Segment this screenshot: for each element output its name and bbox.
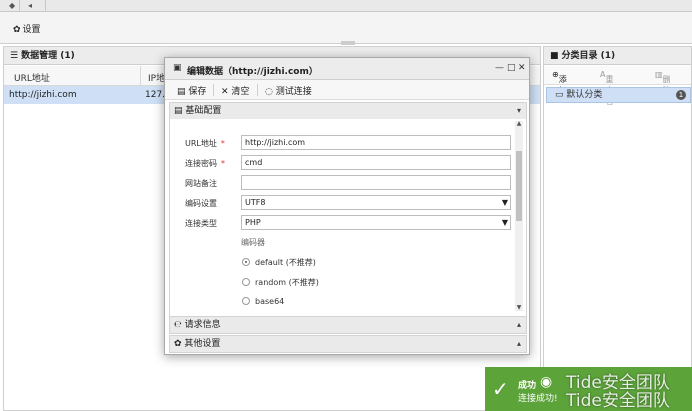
rename-category-button[interactable]: A 重命名	[600, 70, 613, 106]
url-label: URL地址 *	[185, 139, 225, 148]
save-icon: ▤	[177, 87, 186, 97]
row-url: http://jizhi.com	[9, 90, 77, 100]
type-select[interactable]: PHP ▼	[241, 215, 511, 230]
clear-icon: ✕	[221, 87, 229, 97]
category-item[interactable]: ▭ 默认分类 1	[546, 87, 691, 103]
encoder-base64-label: base64	[255, 297, 285, 306]
chevron-left-icon: ◂	[28, 1, 33, 10]
chevron-up-icon: ▴	[516, 320, 521, 329]
data-panel-title: 数据管理 (1)	[21, 51, 75, 61]
scrollbar-thumb[interactable]	[516, 151, 522, 221]
gear-icon: ✿	[174, 339, 182, 349]
encoding-label: 编码设置	[185, 199, 217, 208]
save-button[interactable]: ▤ 保存	[177, 84, 206, 97]
test-connection-button[interactable]: ◌ 测试连接	[265, 84, 312, 97]
column-header-ip[interactable]: IP地	[148, 71, 165, 84]
edit-data-dialog: ▣ 编辑数据（http://jizhi.com） — □ ✕ ▤ 保存 ✕ 清空…	[164, 57, 530, 355]
request-icon: ℮	[174, 320, 182, 330]
encoder-option-base64[interactable]: base64	[242, 297, 284, 306]
window-icon: ▣	[173, 63, 182, 73]
minimize-button[interactable]: —	[495, 63, 504, 73]
category-item-label: 默认分类	[566, 90, 603, 100]
delete-category-button[interactable]: ▥ 删除	[655, 70, 671, 95]
chevron-up-icon: ▴	[516, 339, 521, 348]
category-toolbar: ⊕ 添加 A 重命名 ▥ 删除	[544, 66, 691, 106]
radio-selected-icon	[242, 258, 250, 266]
doc-icon: ▤	[174, 106, 183, 116]
encoder-random-label: random (不推荐)	[255, 278, 319, 287]
settings-label: 设置	[22, 25, 41, 35]
watermark-text: Tide安全团队	[566, 391, 670, 411]
encoder-option-default[interactable]: default (不推荐)	[242, 257, 316, 268]
dialog-titlebar[interactable]: ▣ 编辑数据（http://jizhi.com） — □ ✕	[165, 58, 529, 80]
tab-left[interactable]: ◂	[22, 0, 46, 12]
radio-icon	[242, 278, 250, 286]
form-scrollbar[interactable]: ▲ ▼	[515, 121, 523, 311]
scroll-up-icon[interactable]: ▲	[515, 121, 523, 127]
encoder-default-label: default (不推荐)	[255, 258, 316, 267]
category-panel-header: ■ 分类目录 (1)	[544, 47, 691, 65]
toolbar-divider	[213, 84, 214, 96]
section-basic-label: 基础配置	[185, 106, 222, 116]
settings-button[interactable]: ✿ 设置	[13, 22, 41, 35]
category-count-badge: 1	[676, 90, 686, 100]
scroll-down-icon[interactable]: ▼	[515, 305, 523, 311]
section-other-settings[interactable]: ✿ 其他设置 ▴	[169, 335, 527, 353]
chevron-down-icon: ▼	[501, 218, 508, 227]
column-divider[interactable]	[140, 66, 141, 86]
folder-icon: ■	[550, 51, 559, 61]
radio-icon	[242, 297, 250, 305]
section-other-label: 其他设置	[184, 339, 221, 349]
basic-config-form: URL地址 * http://jizhi.com 连接密码 * cmd 网站备注 编…	[169, 119, 527, 316]
chevron-down-icon: ▼	[501, 198, 508, 207]
gear-icon: ✿	[13, 25, 21, 35]
main-toolbar: ✿ 设置	[0, 12, 692, 44]
password-field[interactable]: cmd	[241, 155, 511, 170]
maximize-button[interactable]: □	[507, 63, 516, 73]
top-tab-strip: ◆ ◂	[0, 0, 692, 12]
note-label: 网站备注	[185, 179, 217, 188]
encoder-option-random[interactable]: random (不推荐)	[242, 277, 319, 288]
type-label: 连接类型	[185, 219, 217, 228]
column-header-url[interactable]: URL地址	[14, 71, 50, 84]
clear-button[interactable]: ✕ 清空	[221, 84, 249, 97]
checkmark-icon: ✓	[492, 377, 509, 401]
toast-message: 连接成功!	[518, 394, 558, 404]
url-field[interactable]: http://jizhi.com	[241, 135, 511, 150]
close-button[interactable]: ✕	[518, 63, 526, 73]
dialog-title: 编辑数据（http://jizhi.com）	[187, 67, 318, 77]
splitter-handle[interactable]	[341, 41, 355, 45]
folder-open-icon: ▭	[555, 90, 564, 100]
toolbar-divider	[257, 84, 258, 96]
section-basic-config[interactable]: ▤ 基础配置 ▾	[169, 102, 527, 120]
home-icon: ◆	[9, 1, 16, 10]
wechat-icon: ◉	[540, 374, 553, 390]
encoding-value: UTF8	[245, 198, 266, 207]
add-category-button[interactable]: ⊕ 添加	[552, 70, 567, 95]
type-value: PHP	[245, 218, 261, 227]
save-label: 保存	[188, 87, 207, 97]
toast-title: 成功	[518, 381, 537, 391]
spinner-icon: ◌	[265, 87, 273, 97]
chevron-down-icon: ▾	[516, 106, 521, 115]
category-panel-title: 分类目录 (1)	[561, 51, 616, 61]
password-label: 连接密码 *	[185, 159, 225, 168]
clear-label: 清空	[231, 87, 250, 97]
encoder-heading: 编码器	[241, 238, 265, 247]
section-request-label: 请求信息	[184, 320, 221, 330]
list-icon: ☰	[10, 51, 19, 61]
test-label: 测试连接	[275, 87, 312, 97]
category-panel: ■分类目录 (1) ⊕ 添加 A 重命名 ▥ 删除 ▭ 默认分类 1	[543, 46, 692, 411]
home-tab[interactable]: ◆	[6, 0, 20, 12]
encoding-select[interactable]: UTF8 ▼	[241, 195, 511, 210]
dialog-toolbar: ▤ 保存 ✕ 清空 ◌ 测试连接	[165, 80, 529, 100]
section-request-info[interactable]: ℮ 请求信息 ▴	[169, 316, 527, 334]
note-field[interactable]	[241, 175, 511, 190]
